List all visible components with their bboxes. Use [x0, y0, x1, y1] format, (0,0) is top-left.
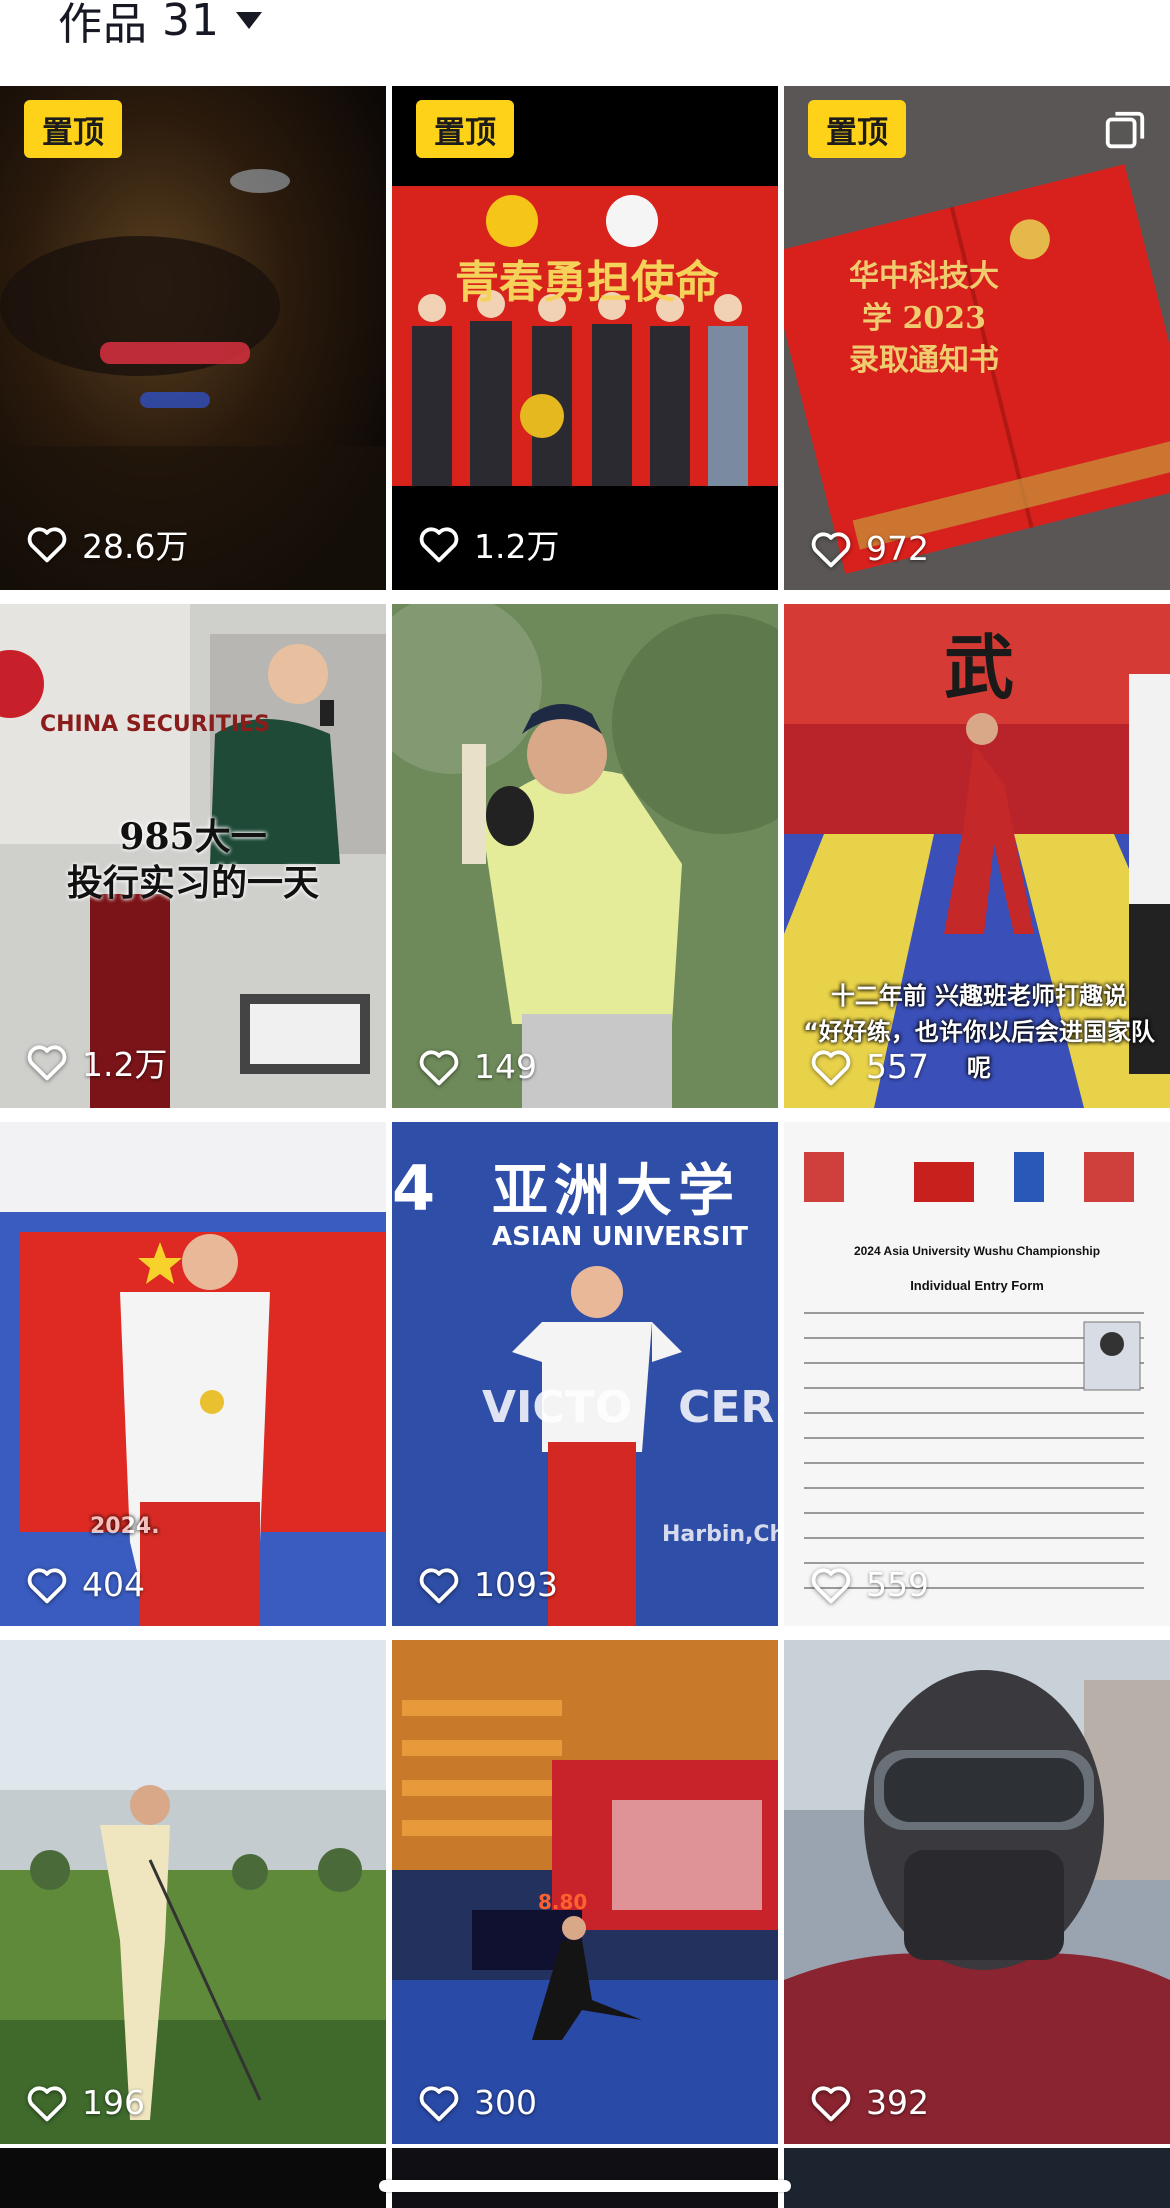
video-thumbnail	[784, 1640, 1170, 2144]
works-count: 31	[162, 0, 220, 46]
multi-image-icon	[1105, 111, 1145, 149]
works-header: 作品 31	[0, 0, 1170, 86]
backdrop-city: Harbin,China	[662, 1522, 778, 1547]
like-count-value: 1.2万	[82, 1045, 168, 1084]
video-tile-4[interactable]: CHINA SECURITIES 985大一 投行实习的一天 1.2万	[0, 604, 386, 1108]
heart-icon	[811, 1049, 851, 1085]
pinned-badge: 置顶	[416, 100, 514, 158]
like-count-value: 149	[474, 1047, 537, 1086]
heart-icon	[27, 1567, 67, 1603]
video-thumbnail	[392, 86, 778, 590]
caption-line-1: 十二年前 兴趣班老师打趣说	[830, 982, 1128, 1010]
like-count: 28.6万	[26, 520, 188, 568]
video-tile-6[interactable]: 武 十二年前 兴趣班老师打趣说 “好好练，也许你以后会进国家队呢 557	[784, 604, 1170, 1108]
pinned-badge: 置顶	[808, 100, 906, 158]
video-thumbnail	[392, 604, 778, 1108]
video-tile-9[interactable]: 2024 Asia University Wushu Championship …	[784, 1122, 1170, 1626]
backdrop-title-cn: 亚洲大学	[492, 1159, 740, 1224]
banner-text: 青春勇担使命	[455, 257, 719, 308]
video-tile-12[interactable]: 392	[784, 1640, 1170, 2144]
video-tile-13[interactable]	[0, 2148, 386, 2208]
video-thumbnail	[0, 1122, 386, 1626]
like-count-value: 300	[474, 2083, 537, 2122]
video-tile-15[interactable]	[784, 2148, 1170, 2208]
like-count-value: 392	[866, 2083, 929, 2122]
backdrop-text: 2024.	[90, 1514, 160, 1539]
heart-icon	[27, 2085, 67, 2121]
like-count: 1.2万	[26, 1038, 167, 1086]
heart-icon	[419, 1567, 459, 1603]
like-count: 404	[26, 1565, 145, 1604]
backdrop-victory: VICTO CERE	[482, 1382, 778, 1433]
scoreboard-text: 8.80	[538, 1890, 588, 1914]
video-tile-10[interactable]: 196	[0, 1640, 386, 2144]
backdrop-number: 4	[392, 1152, 436, 1225]
heart-icon	[811, 2085, 851, 2121]
heart-icon	[419, 1049, 459, 1085]
heart-icon	[27, 527, 67, 563]
home-indicator[interactable]	[379, 2180, 791, 2192]
works-label: 作品	[58, 0, 148, 50]
caption-line-2: 投行实习的一天	[66, 862, 319, 904]
like-count: 557	[810, 1047, 929, 1086]
video-thumbnail	[0, 1640, 386, 2144]
heart-icon	[811, 531, 851, 567]
video-tile-5[interactable]: 149	[392, 604, 778, 1108]
video-tile-11[interactable]: 8.80 300	[392, 1640, 778, 2144]
like-count: 196	[26, 2083, 145, 2122]
cover-text: 华中科技大学 2023 录取通知书	[849, 259, 999, 378]
like-count: 559	[810, 1565, 929, 1604]
video-thumbnail	[784, 1122, 1170, 1626]
backdrop-title-en: ASIAN UNIVERSIT	[492, 1222, 749, 1252]
like-count-value: 559	[866, 1565, 929, 1604]
caret-down-icon	[236, 11, 262, 29]
video-caption: 985大一 投行实习的一天	[20, 814, 366, 906]
like-count-value: 557	[866, 1047, 929, 1086]
like-count-value: 28.6万	[82, 527, 189, 566]
pinned-badge: 置顶	[24, 100, 122, 158]
video-tile-1[interactable]: 置顶 28.6万	[0, 86, 386, 590]
video-tile-8[interactable]: 4 亚洲大学 ASIAN UNIVERSIT VICTO CERE Harbin…	[392, 1122, 778, 1626]
video-tile-7[interactable]: 2024. 404	[0, 1122, 386, 1626]
banner-text: 武	[944, 626, 1014, 709]
caption-line-1: 985大一	[119, 816, 267, 858]
like-count-value: 1093	[474, 1565, 558, 1604]
heart-icon	[27, 1045, 67, 1081]
video-tile-14[interactable]	[392, 2148, 778, 2208]
like-count: 392	[810, 2083, 929, 2122]
like-count-value: 196	[82, 2083, 145, 2122]
heart-icon	[811, 1567, 851, 1603]
like-count-value: 404	[82, 1565, 145, 1604]
video-tile-3[interactable]: 华中科技大学 2023 录取通知书 置顶 972	[784, 86, 1170, 590]
video-tile-2[interactable]: 青春勇担使命 置顶 1.2万	[392, 86, 778, 590]
works-tab-selector[interactable]: 作品 31	[58, 0, 262, 50]
video-thumbnail	[0, 86, 386, 590]
like-count: 972	[810, 529, 929, 568]
like-count: 149	[418, 1047, 537, 1086]
like-count-value: 972	[866, 529, 929, 568]
document-title: 2024 Asia University Wushu Championship	[853, 1244, 1101, 1258]
like-count: 1093	[418, 1565, 558, 1604]
document-subtitle: Individual Entry Form	[910, 1278, 1044, 1293]
heart-icon	[419, 527, 459, 563]
sign-text: CHINA SECURITIES	[40, 712, 270, 737]
heart-icon	[419, 2085, 459, 2121]
like-count-value: 1.2万	[474, 527, 560, 566]
like-count: 300	[418, 2083, 537, 2122]
like-count: 1.2万	[418, 520, 559, 568]
